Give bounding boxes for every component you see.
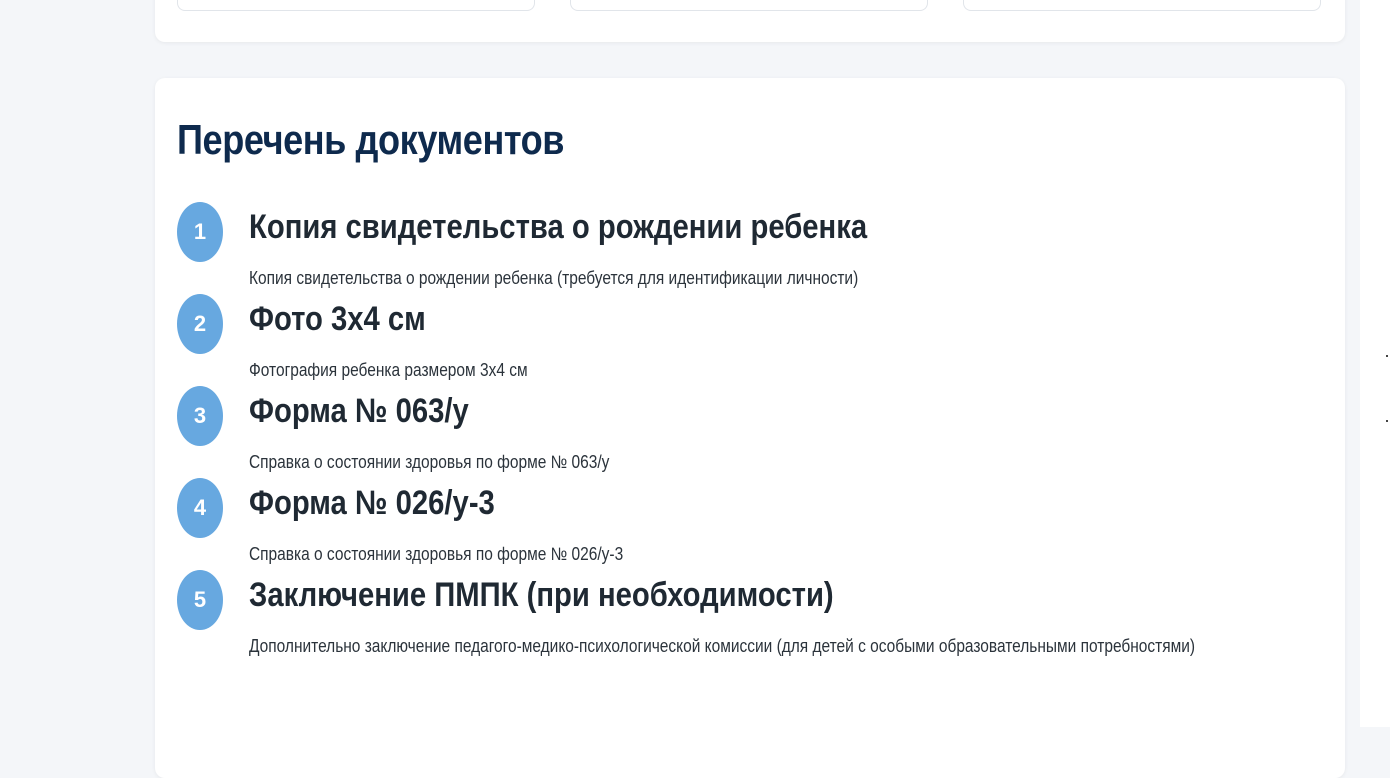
previous-card-box-2 [570, 0, 928, 11]
previous-card-box-1 [177, 0, 535, 11]
document-item: 4 Форма № 026/у-3 Справка о состоянии зд… [177, 478, 1327, 570]
document-description: Фотография ребенка размером 3х4 см [249, 360, 528, 380]
document-number-badge: 1 [177, 202, 223, 262]
document-description: Справка о состоянии здоровья по форме № … [249, 452, 610, 472]
document-number-badge: 4 [177, 478, 223, 538]
edge-mark [1386, 355, 1388, 357]
document-number-badge: 5 [177, 570, 223, 630]
document-title: Форма № 063/у [249, 392, 469, 430]
document-title: Форма № 026/у-3 [249, 484, 495, 522]
edge-mark [1386, 420, 1388, 422]
document-number-badge: 3 [177, 386, 223, 446]
document-item: 3 Форма № 063/у Справка о состоянии здор… [177, 386, 1327, 478]
document-title: Фото 3х4 см [249, 300, 426, 338]
documents-section-card: Перечень документов 1 Копия свидетельств… [155, 78, 1345, 778]
document-description: Дополнительно заключение педагого-медико… [249, 636, 1196, 656]
document-description: Справка о состоянии здоровья по форме № … [249, 544, 624, 564]
previous-section-card [155, 0, 1345, 42]
document-number-badge: 2 [177, 294, 223, 354]
document-title: Заключение ПМПК (при необходимости) [249, 576, 834, 614]
document-title: Копия свидетельства о рождении ребенка [249, 208, 868, 246]
previous-card-box-3 [963, 0, 1321, 11]
section-title: Перечень документов [177, 116, 565, 163]
right-edge-strip [1360, 0, 1390, 727]
document-item: 5 Заключение ПМПК (при необходимости) До… [177, 570, 1327, 662]
document-item: 2 Фото 3х4 см Фотография ребенка размеро… [177, 294, 1327, 386]
document-list: 1 Копия свидетельства о рождении ребенка… [177, 202, 1327, 662]
document-item: 1 Копия свидетельства о рождении ребенка… [177, 202, 1327, 294]
document-description: Копия свидетельства о рождении ребенка (… [249, 268, 859, 288]
